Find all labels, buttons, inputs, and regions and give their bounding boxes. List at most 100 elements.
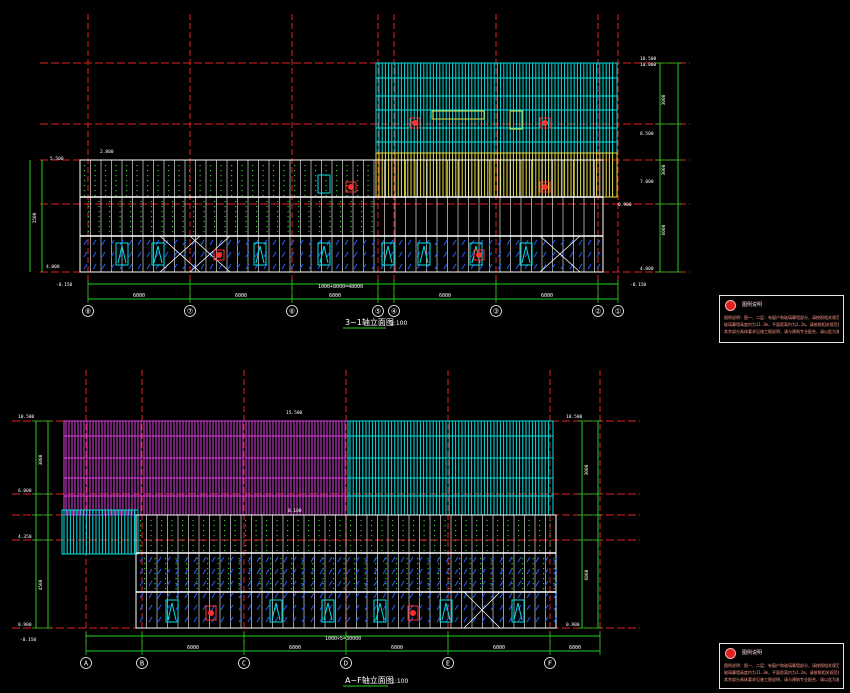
hatch-mark	[308, 251, 313, 258]
red-marker-dot	[208, 610, 214, 616]
panel-dot	[182, 545, 184, 547]
panel-dot	[402, 545, 404, 547]
hatch-mark	[301, 604, 306, 611]
panel-dot	[144, 558, 146, 560]
hatch-mark	[319, 592, 324, 599]
panel-dot	[486, 540, 488, 542]
panel-dot	[203, 206, 205, 208]
panel-dot	[329, 535, 331, 537]
panel-dot	[214, 211, 216, 213]
panel-dot	[476, 550, 478, 552]
panel-dot	[511, 588, 513, 590]
level-label: 10.500	[640, 56, 657, 62]
panel-dot	[532, 583, 534, 585]
panel-dot	[84, 185, 86, 187]
panel-dot	[518, 530, 520, 532]
hatch-mark	[274, 616, 279, 623]
hatch-mark	[200, 239, 205, 246]
hatch-mark	[526, 604, 531, 611]
hatch-mark	[497, 239, 502, 246]
panel-dot	[423, 520, 425, 522]
panel-dot	[455, 550, 457, 552]
panel-dot	[119, 201, 121, 203]
panel-dot	[406, 568, 408, 570]
hatch-mark	[238, 568, 243, 575]
panel-dot	[283, 180, 285, 182]
panel-dot	[186, 588, 188, 590]
hatch-mark	[346, 580, 351, 587]
panel-dot	[346, 165, 348, 167]
hatch-mark	[382, 556, 387, 563]
elevation-top-title: 3~1轴立面图	[345, 317, 394, 327]
panel-dot	[465, 535, 467, 537]
legend-note-bottom: 图例说明 图例说明：图一、二层：有窗户和玻璃幕墙部分，请按照相关规范执行。 玻璃…	[719, 643, 844, 689]
panel-dot	[438, 588, 440, 590]
panel-dot	[231, 175, 233, 177]
panel-dot	[532, 573, 534, 575]
panel-dot	[381, 525, 383, 527]
panel-dot	[193, 206, 195, 208]
panel-dot	[266, 545, 268, 547]
panel-dot	[189, 170, 191, 172]
axis-label: ③	[493, 308, 499, 316]
panel-dot	[255, 545, 257, 547]
hatch-mark	[472, 604, 477, 611]
panel-dot	[105, 175, 107, 177]
panel-dot	[522, 568, 524, 570]
legend-note-title: 图例说明	[742, 650, 763, 656]
panel-dot	[459, 578, 461, 580]
panel-dot	[438, 578, 440, 580]
panel-dot	[94, 165, 96, 167]
panel-dot	[245, 520, 247, 522]
side-dimension-text: 1500	[32, 212, 38, 223]
panel-dot	[312, 578, 314, 580]
axis-label: ④	[391, 308, 397, 316]
panel-dot	[497, 520, 499, 522]
panel-dot	[189, 195, 191, 197]
panel-dot	[308, 211, 310, 213]
panel-dot	[375, 573, 377, 575]
hatch-mark	[256, 616, 261, 623]
panel-dot	[126, 180, 128, 182]
elevation-bottom: 6000 6000 6000 6000 6000 10.500 10.500 6.000 4.3…	[12, 370, 640, 669]
panel-dot	[490, 563, 492, 565]
panel-dot	[417, 588, 419, 590]
panel-dot	[119, 216, 121, 218]
hatch-mark	[461, 251, 466, 258]
level-label: 15.500	[286, 410, 303, 416]
hatch-mark	[371, 239, 376, 246]
panel-dot	[319, 221, 321, 223]
panel-dot	[423, 550, 425, 552]
hatch-mark	[515, 263, 520, 270]
panel-dot	[298, 211, 300, 213]
panel-dot	[94, 185, 96, 187]
hatch-mark	[328, 592, 333, 599]
hatch-mark	[211, 592, 216, 599]
panel-dot	[312, 573, 314, 575]
panel-dot	[84, 195, 86, 197]
hatch-mark	[247, 616, 252, 623]
panel-dot	[192, 525, 194, 527]
panel-dot	[214, 206, 216, 208]
panel-dot	[497, 530, 499, 532]
hatch-mark	[346, 616, 351, 623]
panel-dot	[336, 165, 338, 167]
panel-dot	[371, 530, 373, 532]
hatch-mark	[283, 556, 288, 563]
panel-dot	[301, 578, 303, 580]
panel-dot	[427, 583, 429, 585]
panel-dot	[539, 520, 541, 522]
panel-dot	[283, 175, 285, 177]
panel-dot	[539, 535, 541, 537]
panel-dot	[367, 180, 369, 182]
panel-dot	[147, 175, 149, 177]
hatch-mark	[526, 580, 531, 587]
panel-dot	[294, 165, 296, 167]
panel-dot	[140, 226, 142, 228]
panel-dot	[150, 550, 152, 552]
legend-note-line: 其余部分具体要求见施工图说明，请与建筑专业配合，请以此为准。	[724, 329, 839, 334]
panel-dot	[549, 550, 551, 552]
panel-dot	[224, 545, 226, 547]
hatch-mark	[364, 616, 369, 623]
panel-dot	[84, 170, 86, 172]
